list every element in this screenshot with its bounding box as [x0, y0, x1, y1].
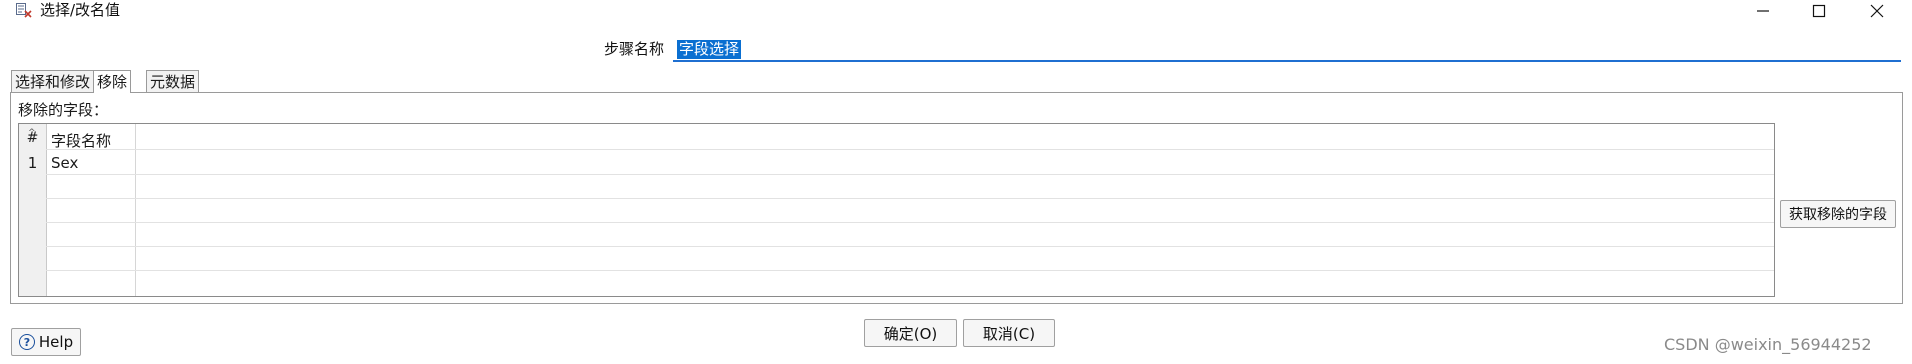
tab-select-and-modify[interactable]: 选择和修改: [11, 70, 95, 92]
help-icon: ?: [18, 334, 35, 350]
help-button[interactable]: ? Help: [11, 328, 81, 356]
cancel-button[interactable]: 取消(C): [963, 319, 1055, 347]
select-rename-icon: [16, 3, 32, 18]
row-number-cell: 1: [27, 154, 38, 172]
ok-button[interactable]: 确定(O): [864, 319, 957, 347]
help-label: Help: [38, 333, 74, 351]
tab-metadata[interactable]: 元数据: [146, 70, 200, 92]
column-header-number[interactable]: ^ #: [19, 128, 46, 146]
row-divider: [46, 222, 1774, 223]
step-name-field[interactable]: [673, 38, 1901, 62]
row-divider: [46, 198, 1774, 199]
row-divider: [46, 246, 1774, 247]
close-button[interactable]: [1848, 0, 1906, 22]
column-header-field-name[interactable]: 字段名称: [51, 130, 111, 151]
close-icon: [1870, 4, 1884, 18]
watermark-text: CSDN @weixin_56944252: [1664, 335, 1872, 354]
field-name-cell[interactable]: Sex: [51, 154, 78, 172]
maximize-button[interactable]: [1790, 0, 1848, 22]
maximize-icon: [1812, 4, 1826, 18]
tab-remove[interactable]: 移除: [93, 70, 132, 93]
row-divider: [46, 174, 1774, 175]
get-removed-fields-button[interactable]: 获取移除的字段: [1780, 200, 1896, 228]
step-name-label: 步骤名称: [604, 40, 665, 58]
window-title: 选择/改名值: [40, 1, 121, 19]
title-bar: [0, 0, 1912, 26]
removed-fields-label: 移除的字段：: [18, 101, 109, 119]
sort-indicator-icon: ^: [28, 128, 36, 138]
row-number-column: [19, 124, 47, 296]
removed-fields-table[interactable]: ^ # 字段名称 1 Sex: [18, 123, 1775, 297]
row-divider: [46, 270, 1774, 271]
minimize-button[interactable]: [1734, 0, 1792, 22]
row-divider: [46, 149, 1774, 150]
minimize-icon: [1757, 10, 1769, 12]
step-name-value[interactable]: 字段选择: [677, 40, 742, 59]
